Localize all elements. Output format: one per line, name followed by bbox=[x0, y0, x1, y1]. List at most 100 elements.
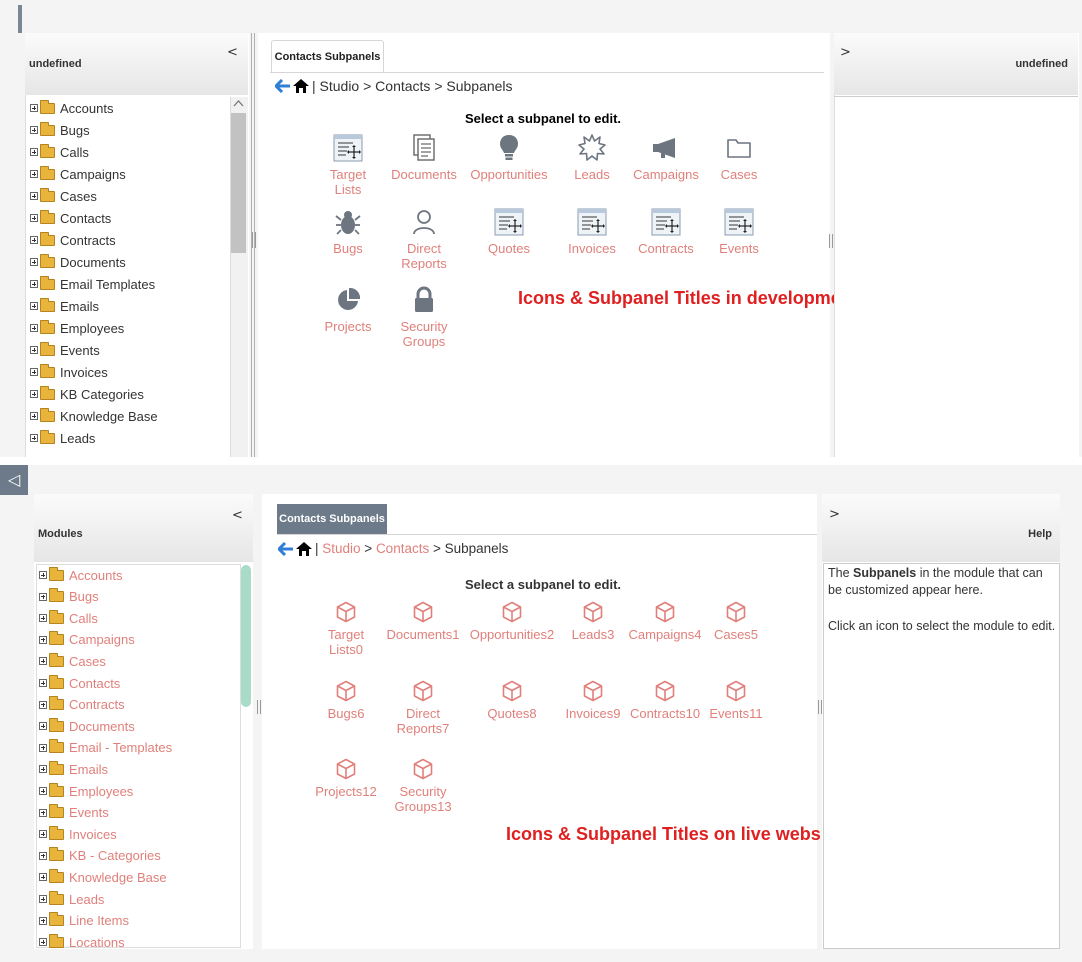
back-arrow-icon[interactable] bbox=[278, 541, 294, 556]
subpanel-label[interactable]: Events11 bbox=[690, 706, 782, 721]
pie-chart-icon[interactable] bbox=[318, 285, 378, 315]
cube-icon[interactable] bbox=[690, 680, 782, 702]
expand-plus-icon[interactable] bbox=[39, 808, 47, 817]
subpanel-label[interactable]: Direct Reports7 bbox=[393, 706, 453, 736]
folder-icon[interactable] bbox=[709, 133, 769, 163]
expand-plus-icon[interactable] bbox=[39, 679, 47, 687]
tree-item-label[interactable]: Employees bbox=[69, 784, 133, 799]
lightbulb-icon[interactable] bbox=[464, 133, 554, 163]
tree-item-label[interactable]: Invoices bbox=[69, 827, 117, 842]
cube-icon[interactable] bbox=[393, 758, 453, 780]
subpanel-item[interactable]: Leads3 bbox=[563, 601, 623, 642]
documents-icon[interactable] bbox=[384, 133, 464, 163]
expand-plus-icon[interactable] bbox=[39, 700, 47, 709]
back-arrow-icon[interactable] bbox=[275, 79, 291, 93]
subpanel-item[interactable]: Projects bbox=[318, 285, 378, 334]
subpanel-item[interactable]: Direct Reports bbox=[394, 207, 454, 271]
user-icon[interactable] bbox=[394, 207, 454, 237]
splitter-grip[interactable] bbox=[829, 234, 833, 248]
tree-item-label[interactable]: Contacts bbox=[69, 676, 120, 691]
tree-item-label[interactable]: Email - Templates bbox=[69, 740, 172, 755]
subpanel-label[interactable]: Campaigns bbox=[621, 167, 711, 182]
list-move-icon[interactable] bbox=[562, 207, 622, 237]
subpanel-label[interactable]: Bugs6 bbox=[316, 706, 376, 721]
tree-item[interactable]: Invoices bbox=[39, 824, 117, 844]
subpanel-item[interactable]: Campaigns bbox=[621, 133, 711, 182]
tree-item-label[interactable]: Calls bbox=[69, 611, 98, 626]
expand-plus-icon[interactable] bbox=[39, 743, 47, 752]
cube-icon[interactable] bbox=[300, 758, 392, 780]
tree-item-label[interactable]: Bugs bbox=[69, 589, 99, 604]
subpanel-item[interactable]: Security Groups13 bbox=[393, 758, 453, 814]
subpanel-item[interactable]: Documents bbox=[384, 133, 464, 182]
tab-contacts-subpanels[interactable]: Contacts Subpanels bbox=[277, 504, 387, 534]
subpanel-label[interactable]: Events bbox=[709, 241, 769, 256]
cube-icon[interactable] bbox=[706, 601, 766, 623]
cube-icon[interactable] bbox=[563, 601, 623, 623]
subpanel-label[interactable]: Opportunities bbox=[464, 167, 554, 182]
tree-item-label[interactable]: Line Items bbox=[69, 913, 129, 928]
list-move-icon[interactable] bbox=[318, 133, 378, 163]
tree-item-label[interactable]: Cases bbox=[69, 654, 106, 669]
expand-plus-icon[interactable] bbox=[39, 895, 47, 903]
list-move-icon[interactable] bbox=[479, 207, 539, 237]
expand-plus-icon[interactable] bbox=[39, 571, 47, 579]
cube-icon[interactable] bbox=[316, 680, 376, 702]
tree-item[interactable]: Employees bbox=[39, 781, 133, 801]
cube-icon[interactable] bbox=[393, 680, 453, 702]
subpanel-item[interactable]: Bugs6 bbox=[316, 680, 376, 721]
tree-item[interactable]: Emails bbox=[39, 759, 108, 779]
breadcrumb-studio-link[interactable]: Studio bbox=[322, 541, 360, 556]
subpanel-item[interactable]: Campaigns4 bbox=[619, 601, 711, 642]
subpanel-label[interactable]: Bugs bbox=[318, 241, 378, 256]
tree-item-label[interactable]: Leads bbox=[69, 892, 104, 907]
list-move-icon[interactable] bbox=[709, 207, 769, 237]
breadcrumb-contacts-link[interactable]: Contacts bbox=[376, 541, 429, 556]
home-icon[interactable] bbox=[293, 79, 309, 93]
tree-item-label[interactable]: Accounts bbox=[69, 568, 122, 583]
subpanel-label[interactable]: Cases5 bbox=[706, 627, 766, 642]
subpanel-item[interactable]: Projects12 bbox=[300, 758, 392, 799]
tree-item[interactable]: Documents bbox=[39, 716, 135, 736]
cube-icon[interactable] bbox=[466, 601, 558, 623]
subpanel-item[interactable]: Contracts bbox=[621, 207, 711, 256]
subpanel-item[interactable]: Leads bbox=[562, 133, 622, 182]
subpanel-item[interactable]: Direct Reports7 bbox=[393, 680, 453, 736]
tree-item-label[interactable]: Campaigns bbox=[69, 632, 135, 647]
bottom-left-scroll-thumb[interactable] bbox=[241, 565, 251, 707]
tree-item[interactable]: Bugs bbox=[39, 587, 99, 607]
tree-item[interactable]: Events bbox=[39, 803, 109, 823]
subpanel-item[interactable]: Quotes bbox=[479, 207, 539, 256]
tree-item[interactable]: Line Items bbox=[39, 911, 129, 931]
subpanel-item[interactable]: Documents1 bbox=[377, 601, 469, 642]
expand-plus-icon[interactable] bbox=[39, 765, 47, 774]
subpanel-item[interactable]: Events bbox=[709, 207, 769, 256]
bug-icon[interactable] bbox=[318, 207, 378, 237]
splitter-grip[interactable] bbox=[257, 700, 261, 714]
subpanel-label[interactable]: Direct Reports bbox=[394, 241, 454, 271]
lock-icon[interactable] bbox=[394, 285, 454, 315]
tree-item-label[interactable]: Locations bbox=[69, 935, 125, 948]
expand-plus-icon[interactable] bbox=[39, 592, 47, 601]
subpanel-label[interactable]: Security Groups bbox=[394, 319, 454, 349]
expand-plus-icon[interactable] bbox=[39, 873, 47, 882]
subpanel-label[interactable]: Projects bbox=[318, 319, 378, 334]
subpanel-label[interactable]: Documents1 bbox=[377, 627, 469, 642]
tree-item[interactable]: Leads bbox=[39, 889, 104, 909]
tree-item[interactable]: Contacts bbox=[39, 673, 120, 693]
tree-item[interactable]: Contracts bbox=[39, 695, 125, 715]
subpanel-item[interactable]: Target Lists bbox=[318, 133, 378, 197]
tree-item[interactable]: Knowledge Base bbox=[39, 867, 167, 887]
tree-item[interactable]: Cases bbox=[39, 651, 106, 671]
subpanel-item[interactable]: Cases5 bbox=[706, 601, 766, 642]
tab-contacts-subpanels[interactable]: Contacts Subpanels bbox=[271, 40, 384, 72]
tree-item[interactable]: Locations bbox=[39, 932, 125, 948]
subpanel-item[interactable]: Invoices bbox=[562, 207, 622, 256]
subpanel-item[interactable]: Quotes8 bbox=[482, 680, 542, 721]
star-burst-icon[interactable] bbox=[562, 133, 622, 163]
tree-item-label[interactable]: Documents bbox=[69, 719, 135, 734]
subpanel-item[interactable]: Bugs bbox=[318, 207, 378, 256]
expand-plus-icon[interactable] bbox=[39, 916, 47, 925]
list-move-icon[interactable] bbox=[621, 207, 711, 237]
subpanel-item[interactable]: Opportunities bbox=[464, 133, 554, 182]
